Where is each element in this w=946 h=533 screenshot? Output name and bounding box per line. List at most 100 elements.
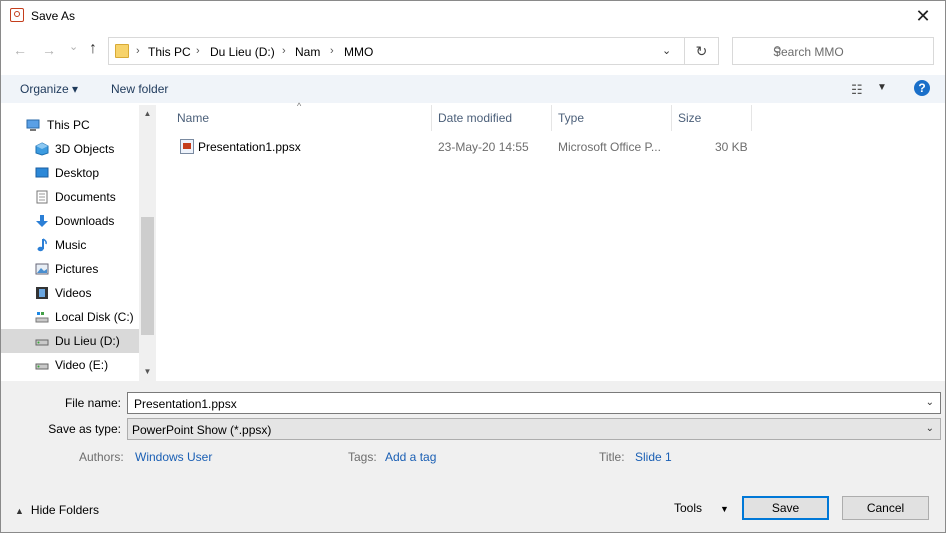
address-bar[interactable]: › This PC › Du Lieu (D:) › Nam › MMO ⌄ <box>108 37 685 65</box>
sidebar-item-label: Du Lieu (D:) <box>55 334 120 348</box>
film-icon <box>36 287 48 299</box>
tools-label: Tools <box>674 501 703 515</box>
title-label: Title: <box>599 450 625 464</box>
window-title: Save As <box>31 9 76 23</box>
column-header-type[interactable]: Type <box>558 111 584 125</box>
folder-icon <box>115 44 129 58</box>
chevron-down-icon[interactable]: ⌄ <box>926 423 934 434</box>
organize-button[interactable]: Organize ▾ <box>20 82 78 96</box>
navigation-scrollbar[interactable]: ▲ ▼ <box>139 105 156 381</box>
file-name-combo[interactable]: ⌄ <box>127 392 941 414</box>
sidebar-item-downloads[interactable]: Downloads <box>1 209 139 233</box>
file-type-cell: Microsoft Office P... <box>558 140 661 154</box>
search-box[interactable]: ⚲ <box>732 37 934 65</box>
tags-field[interactable]: Add a tag <box>385 450 436 464</box>
scroll-down-icon[interactable]: ▼ <box>142 367 153 376</box>
sidebar-item-pictures[interactable]: Pictures <box>1 257 139 281</box>
address-dropdown-chevron-icon[interactable]: ⌄ <box>662 44 671 57</box>
table-row[interactable]: Presentation1.ppsx 23-May-20 14:55 Micro… <box>171 135 751 157</box>
column-divider[interactable] <box>431 105 432 131</box>
recent-locations-chevron-icon[interactable]: ⌄ <box>69 40 78 53</box>
forward-arrow-icon[interactable]: → <box>42 42 56 58</box>
navigation-pane: This PC 3D Objects Desktop Documents Dow… <box>1 105 156 381</box>
drive-icon <box>35 363 49 370</box>
chevron-down-icon[interactable]: ⌄ <box>926 397 934 408</box>
chevron-up-icon: ▲ <box>15 506 24 516</box>
sidebar-item-documents[interactable]: Documents <box>1 185 139 209</box>
title-bar: Save As ✕ <box>1 1 945 32</box>
column-divider[interactable] <box>751 105 752 131</box>
picture-icon <box>35 263 49 275</box>
save-as-type-label: Save as type: <box>48 422 121 436</box>
breadcrumb-separator[interactable]: › <box>136 45 140 57</box>
back-arrow-icon[interactable]: ← <box>13 42 27 58</box>
breadcrumb-separator[interactable]: › <box>282 45 286 57</box>
sidebar-item-label: 3D Objects <box>55 142 115 156</box>
sidebar-item-this-pc[interactable]: This PC <box>1 113 139 137</box>
breadcrumb-separator[interactable]: › <box>196 45 200 57</box>
breadcrumb-separator[interactable]: › <box>330 45 334 57</box>
search-input[interactable] <box>773 40 930 64</box>
help-icon[interactable]: ? <box>914 80 930 96</box>
scroll-up-icon[interactable]: ▲ <box>142 109 153 118</box>
sidebar-item-du-lieu-d[interactable]: Du Lieu (D:) <box>1 329 139 353</box>
sidebar-item-videos[interactable]: Videos <box>1 281 139 305</box>
tags-label: Tags: <box>348 450 377 464</box>
breadcrumb-this-pc[interactable]: This PC <box>148 45 191 59</box>
hide-folders-button[interactable]: ▲ Hide Folders <box>15 503 99 517</box>
close-icon[interactable]: ✕ <box>901 1 945 32</box>
column-divider[interactable] <box>551 105 552 131</box>
command-toolbar: Organize ▾ New folder ☷ ▼ ? <box>1 75 945 103</box>
sidebar-item-desktop[interactable]: Desktop <box>1 161 139 185</box>
powerpoint-show-file-icon <box>180 139 194 154</box>
music-note-icon <box>37 238 47 252</box>
hide-folders-label: Hide Folders <box>30 503 99 517</box>
sort-ascending-caret-icon: ^ <box>297 101 302 111</box>
breadcrumb-mmo[interactable]: MMO <box>344 45 373 59</box>
file-name-cell: Presentation1.ppsx <box>198 140 301 154</box>
powerpoint-app-icon <box>10 8 24 22</box>
view-dropdown-chevron-icon[interactable]: ▼ <box>877 82 887 93</box>
sidebar-item-label: Desktop <box>55 166 100 180</box>
sidebar-item-music[interactable]: Music <box>1 233 139 257</box>
dropdown-arrow-icon: ▼ <box>720 504 729 514</box>
column-divider[interactable] <box>671 105 672 131</box>
breadcrumb-drive-d[interactable]: Du Lieu (D:) <box>210 45 275 59</box>
sidebar-item-label: Video (E:) <box>55 358 109 372</box>
drive-icon <box>35 312 49 323</box>
document-icon <box>36 190 48 204</box>
view-options-icon[interactable]: ☷ <box>851 82 863 98</box>
file-name-input[interactable] <box>132 395 916 413</box>
column-header-date-modified[interactable]: Date modified <box>438 111 512 125</box>
drive-icon <box>35 339 49 346</box>
column-header-size[interactable]: Size <box>678 111 701 125</box>
sidebar-item-label: Downloads <box>55 214 115 228</box>
up-arrow-icon[interactable]: ↑ <box>89 40 97 58</box>
scrollbar-thumb[interactable] <box>141 217 154 335</box>
save-as-dialog: Save As ✕ ← → ⌄ ↑ › This PC › Du Lieu (D… <box>0 0 946 533</box>
cancel-button[interactable]: Cancel <box>842 496 929 520</box>
sidebar-item-video-e[interactable]: Video (E:) <box>1 353 139 377</box>
refresh-icon[interactable]: ↻ <box>685 37 719 65</box>
sidebar-item-local-disk-c[interactable]: Local Disk (C:) <box>1 305 139 329</box>
file-list-pane: ^ Name Date modified Type Size Presentat… <box>157 101 945 381</box>
file-date-cell: 23-May-20 14:55 <box>438 140 529 154</box>
desktop-icon <box>35 167 49 178</box>
breadcrumb-nam[interactable]: Nam <box>295 45 320 59</box>
address-row: ← → ⌄ ↑ › This PC › Du Lieu (D:) › Nam ›… <box>1 32 945 72</box>
authors-label: Authors: <box>79 450 124 464</box>
file-size-cell: 30 KB <box>715 140 748 154</box>
save-as-type-select[interactable]: PowerPoint Show (*.ppsx) ⌄ <box>127 418 941 440</box>
sidebar-item-label: Local Disk (C:) <box>55 310 134 324</box>
save-button[interactable]: Save <box>742 496 829 520</box>
sidebar-item-3d-objects[interactable]: 3D Objects <box>1 137 139 161</box>
column-header-name[interactable]: Name <box>177 111 209 125</box>
save-as-type-value: PowerPoint Show (*.ppsx) <box>132 423 272 437</box>
authors-field[interactable]: Windows User <box>135 450 212 464</box>
computer-icon <box>26 119 40 131</box>
save-options-panel: File name: ⌄ Save as type: PowerPoint Sh… <box>1 381 945 532</box>
tools-menu-button[interactable]: Tools ▼ <box>674 501 729 515</box>
new-folder-button[interactable]: New folder <box>111 82 168 96</box>
title-field[interactable]: Slide 1 <box>635 450 672 464</box>
sidebar-item-label: Music <box>55 238 87 252</box>
